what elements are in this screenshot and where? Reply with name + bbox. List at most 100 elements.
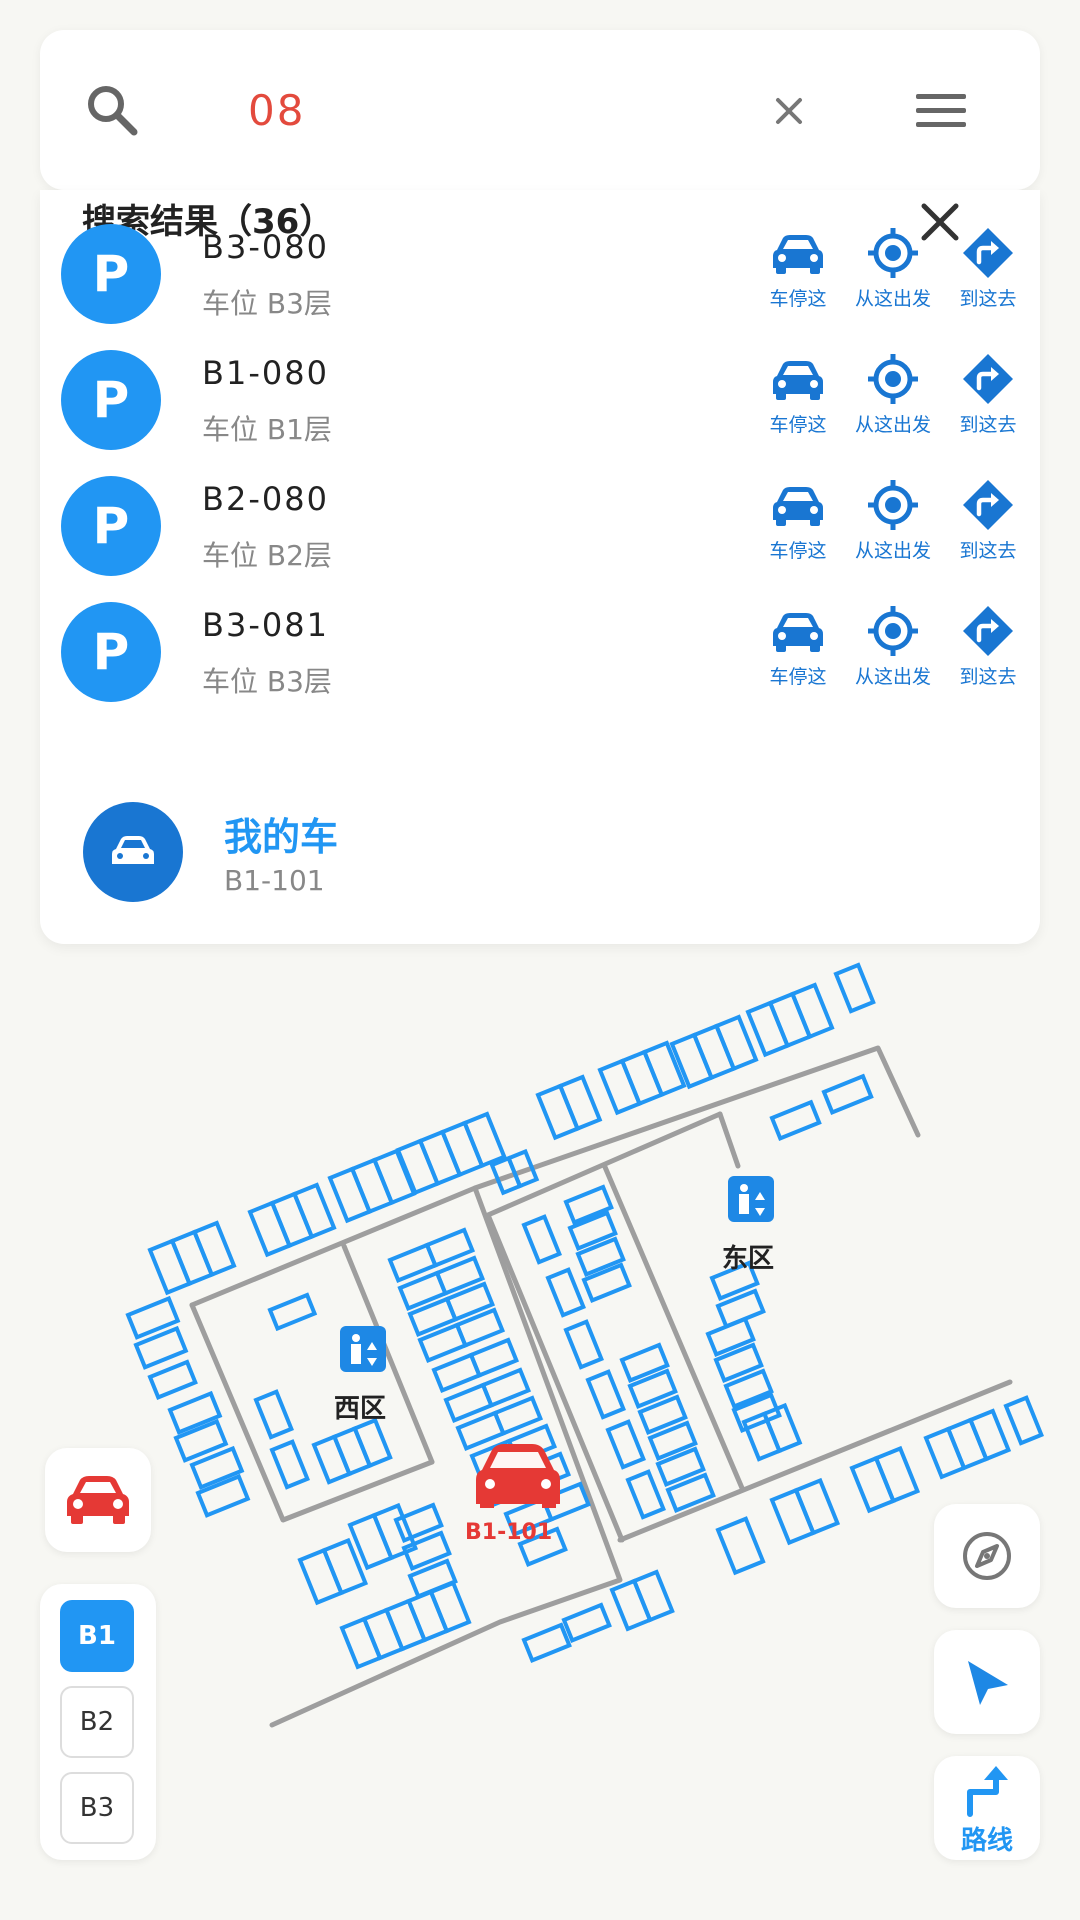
parking-spot[interactable] [521, 1214, 562, 1265]
route-button[interactable]: 路线 [934, 1756, 1040, 1860]
parking-spot[interactable] [191, 1220, 237, 1278]
parking-spot[interactable] [715, 1516, 766, 1576]
parking-spot[interactable] [789, 982, 835, 1040]
result-row[interactable]: P B1-080 车位 B1层 车停这 从这出发 到这去 [40, 346, 1040, 456]
park-here-button[interactable]: 车停这 [750, 226, 846, 311]
my-car-spot: B1-101 [224, 864, 325, 897]
compass-button[interactable] [934, 1504, 1040, 1608]
parking-spot[interactable] [833, 962, 876, 1014]
floor-button-b1[interactable]: B1 [60, 1600, 134, 1672]
result-title: B3-080 [202, 228, 329, 266]
parking-spot[interactable] [821, 1073, 874, 1116]
my-car-button[interactable] [45, 1448, 151, 1552]
parking-spot[interactable] [462, 1111, 507, 1169]
parking-spot[interactable] [480, 1367, 532, 1409]
car-icon [773, 361, 823, 400]
parking-spot[interactable] [506, 1148, 540, 1189]
park-here-button[interactable]: 车停这 [750, 604, 846, 689]
clear-search-icon[interactable] [768, 90, 810, 132]
go-here-label: 到这去 [959, 666, 1017, 688]
restroom-icon-west[interactable] [340, 1326, 386, 1372]
start-from-here-label: 从这出发 [854, 414, 931, 436]
parking-spot[interactable] [253, 1389, 294, 1440]
result-row[interactable]: P B2-080 车位 B2层 车停这 从这出发 到这去 [40, 472, 1040, 582]
start-from-here-button[interactable]: 从这出发 [845, 226, 941, 311]
parking-spot[interactable] [585, 1369, 626, 1420]
start-from-here-label: 从这出发 [854, 666, 931, 688]
road [485, 1111, 723, 1218]
parking-spot[interactable] [631, 1569, 675, 1623]
result-subtitle: 车位 B1层 [202, 413, 332, 446]
parking-spot[interactable] [563, 1184, 614, 1226]
parking-spot[interactable] [269, 1439, 310, 1490]
my-car-badge [83, 802, 183, 902]
floor-button-b2[interactable]: B2 [60, 1686, 134, 1758]
parking-spot[interactable] [492, 1395, 544, 1437]
parking-spot[interactable] [713, 1014, 759, 1072]
car-icon [773, 235, 823, 274]
directions-icon [963, 480, 1013, 530]
menu-icon[interactable] [914, 90, 968, 132]
search-input[interactable]: 08 [248, 86, 305, 135]
result-subtitle: 车位 B2层 [202, 539, 332, 572]
app: 西区 东区 B1-101 08 搜索结果（36） P B3-080 车位 B3层 [0, 0, 1080, 1920]
parking-spot[interactable] [731, 1392, 782, 1434]
search-bar[interactable]: 08 [40, 30, 1040, 190]
go-here-button[interactable]: 到这去 [940, 226, 1036, 311]
go-here-label: 到这去 [959, 414, 1017, 436]
restroom-icon-east[interactable] [728, 1176, 774, 1222]
park-here-label: 车停这 [769, 414, 827, 436]
start-from-here-button[interactable]: 从这出发 [845, 478, 941, 563]
go-here-button[interactable]: 到这去 [940, 604, 1036, 689]
locate-button[interactable] [934, 1630, 1040, 1734]
start-from-here-label: 从这出发 [854, 540, 931, 562]
go-here-label: 到这去 [959, 288, 1017, 310]
result-row[interactable]: P B3-080 车位 B3层 车停这 从这出发 到这去 [40, 220, 1040, 330]
parking-spot[interactable] [605, 1419, 646, 1470]
park-here-label: 车停这 [769, 666, 827, 688]
parking-spot[interactable] [352, 1417, 393, 1469]
car-marker-label: B1-101 [465, 1520, 553, 1545]
result-title: B2-080 [202, 480, 329, 518]
park-here-button[interactable]: 车停这 [750, 352, 846, 437]
parking-spot[interactable] [147, 1359, 198, 1401]
car-icon [112, 836, 154, 864]
start-from-here-button[interactable]: 从这出发 [845, 604, 941, 689]
my-car-title: 我的车 [224, 815, 339, 859]
result-row[interactable]: P B3-081 车位 B3层 车停这 从这出发 到这去 [40, 598, 1040, 708]
parking-spot[interactable] [873, 1445, 921, 1504]
go-here-label: 到这去 [959, 540, 1017, 562]
parking-spot[interactable] [428, 1580, 472, 1634]
parking-spot[interactable] [967, 1408, 1012, 1462]
parking-spot[interactable] [545, 1267, 586, 1318]
start-from-here-button[interactable]: 从这出发 [845, 352, 941, 437]
parking-spot[interactable] [769, 1099, 822, 1142]
parking-spot[interactable] [625, 1469, 666, 1520]
parking-spot[interactable] [761, 1402, 803, 1454]
route-label: 路线 [960, 1826, 1013, 1856]
go-here-button[interactable]: 到这去 [940, 352, 1036, 437]
parking-icon: P [61, 476, 161, 576]
parking-spot[interactable] [561, 1602, 612, 1644]
car-marker-icon[interactable] [476, 1444, 560, 1508]
my-car-item[interactable]: 我的车 B1-101 [40, 798, 1040, 908]
parking-spot[interactable] [1003, 1395, 1044, 1446]
parking-spot[interactable] [521, 1622, 572, 1664]
park-here-button[interactable]: 车停这 [750, 478, 846, 563]
parking-spot[interactable] [195, 1473, 251, 1518]
parking-spot[interactable] [267, 1292, 318, 1332]
parking-spot[interactable] [291, 1182, 337, 1240]
go-here-button[interactable]: 到这去 [940, 478, 1036, 563]
parking-spot[interactable] [563, 1319, 604, 1370]
zone-label-west: 西区 [334, 1394, 387, 1424]
parking-spot[interactable] [167, 1390, 223, 1435]
result-title: B1-080 [202, 354, 329, 392]
parking-spot[interactable] [581, 1262, 632, 1304]
car-icon [773, 487, 823, 526]
parking-spot[interactable] [468, 1337, 520, 1379]
parking-spot[interactable] [557, 1074, 603, 1132]
parking-spot[interactable] [641, 1040, 687, 1098]
parking-spot[interactable] [793, 1477, 841, 1536]
floor-button-b3[interactable]: B3 [60, 1772, 134, 1844]
search-icon[interactable] [84, 82, 140, 138]
